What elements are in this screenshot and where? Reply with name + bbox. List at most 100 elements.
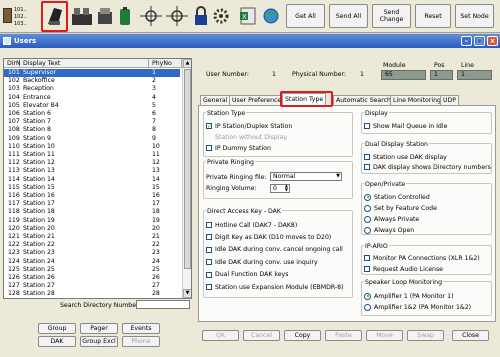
maximize-icon[interactable]: □ <box>474 36 485 46</box>
list-item[interactable]: 107 Station 7 7 <box>4 118 180 126</box>
list-item[interactable]: 124 Station 24 24 <box>4 258 180 266</box>
list-item[interactable]: 125 Station 25 25 <box>4 266 180 274</box>
open-private-radio[interactable] <box>364 193 371 201</box>
copy-button[interactable]: Copy <box>284 330 321 341</box>
dak-button[interactable]: DAK <box>38 336 76 347</box>
tab-automatic-search[interactable]: Automatic Search <box>333 95 394 105</box>
list-item[interactable]: 108 Station 8 8 <box>4 126 180 134</box>
use-dak-display-checkbox[interactable] <box>364 154 370 160</box>
excel-export-icon[interactable]: X <box>239 6 257 26</box>
open-private-option[interactable]: Station Controlled <box>364 193 430 201</box>
list-item[interactable]: 115 Station 15 15 <box>4 184 180 192</box>
dak-option-checkbox[interactable] <box>206 271 212 278</box>
group-excl-button[interactable]: Group Excl <box>80 336 118 347</box>
list-item[interactable]: 106 Station 6 6 <box>4 110 180 118</box>
dak-option[interactable]: Idle DAK during conv. use inquiry <box>206 258 318 266</box>
dak-option[interactable]: Dual Function DAK keys <box>206 271 288 279</box>
group-button[interactable]: Group <box>38 323 76 334</box>
list-item[interactable]: 127 Station 27 27 <box>4 282 180 290</box>
request-audio-option[interactable]: Request Audio License <box>364 265 443 273</box>
column-header-dirno[interactable]: DirNo <box>4 59 24 68</box>
monitor-pa-option[interactable]: Monitor PA Connections (XLR 1&2) <box>364 254 480 262</box>
set-node-button[interactable]: Set Node <box>455 4 494 28</box>
reset-button[interactable]: Reset <box>415 4 451 28</box>
move-button[interactable]: Move <box>366 330 403 341</box>
request-audio-checkbox[interactable] <box>364 266 370 272</box>
list-item[interactable]: 103 Reception 3 <box>4 85 180 93</box>
swap-button[interactable]: Swap <box>407 330 444 341</box>
dak-option[interactable]: Idle DAK during conv. cancel ongoing cal… <box>206 246 343 254</box>
events-button[interactable]: Events <box>122 323 160 334</box>
ip-dummy-checkbox[interactable] <box>206 145 212 151</box>
ringing-volume-stepper[interactable]: 0 ▲ ▼ <box>270 184 290 193</box>
amplifier-1-2-option[interactable]: Amplifier 1&2 (PA Monitor 1&2) <box>364 303 471 311</box>
list-item[interactable]: 116 Station 16 16 <box>4 192 180 200</box>
ip-duplex-option[interactable]: ✓ IP Station/Duplex Station <box>206 122 292 130</box>
amplifier-1-radio[interactable] <box>364 292 371 300</box>
scroll-up-icon[interactable]: ▲ <box>183 59 191 68</box>
list-item[interactable]: 123 Station 23 23 <box>4 249 180 257</box>
close-button[interactable]: Close <box>452 330 489 341</box>
cancel-button[interactable]: Cancel <box>243 330 280 341</box>
network-icon[interactable] <box>96 6 114 26</box>
list-item[interactable]: 117 Station 17 17 <box>4 200 180 208</box>
show-mail-checkbox[interactable] <box>364 123 370 129</box>
ok-button[interactable]: OK <box>202 330 239 341</box>
close-icon[interactable]: × <box>487 36 498 46</box>
open-private-option[interactable]: Always Open <box>364 226 414 234</box>
scroll-thumb[interactable] <box>184 69 191 269</box>
directory-list-icon[interactable]: 101.. 102.. 103.. <box>3 5 27 27</box>
column-header-display-text[interactable]: Display Text <box>20 59 149 68</box>
settings-icon[interactable] <box>212 6 230 26</box>
list-item[interactable]: 101 Supervisor 1 <box>4 69 180 77</box>
tab-general[interactable]: General <box>200 95 231 105</box>
dak-option[interactable]: Station use Expansion Module (EBMDR-8) <box>206 283 343 291</box>
use-dak-display-option[interactable]: Station use DAK display <box>364 153 447 161</box>
list-item[interactable]: 113 Station 13 13 <box>4 167 180 175</box>
dak-option[interactable]: Hotline Call (DAK7 - DAK8) <box>206 221 297 229</box>
column-header-phyno[interactable]: PhyNo [+ <box>149 59 182 76</box>
list-item[interactable]: 120 Station 20 20 <box>4 225 180 233</box>
ip-dummy-option[interactable]: IP Dummy Station <box>206 144 271 152</box>
list-item[interactable]: 109 Station 9 9 <box>4 135 180 143</box>
tab-line-monitoring[interactable]: Line Monitoring <box>390 95 444 105</box>
open-private-radio[interactable] <box>364 204 371 212</box>
show-mail-option[interactable]: Show Mail Queue in Idle <box>364 122 447 130</box>
dak-option-checkbox[interactable] <box>206 234 212 241</box>
dak-option-checkbox[interactable] <box>206 259 212 266</box>
phone-button[interactable]: Phone <box>122 336 160 347</box>
search-directory-input[interactable] <box>136 300 190 309</box>
open-private-radio[interactable] <box>364 215 371 223</box>
dak-option[interactable]: Digit Key as DAK (D10 moves to D20) <box>206 233 331 241</box>
list-item[interactable]: 111 Station 11 11 <box>4 151 180 159</box>
dak-option-checkbox[interactable] <box>206 222 212 228</box>
dak-directory-option[interactable]: DAK display shows Directory numbers <box>364 163 491 171</box>
paste-button[interactable]: Paste <box>325 330 362 341</box>
open-private-option[interactable]: Always Private <box>364 215 419 223</box>
list-item[interactable]: 128 Station 28 28 <box>4 290 180 298</box>
list-item[interactable]: 118 Station 18 18 <box>4 208 180 216</box>
open-private-option[interactable]: Set by Feature Code <box>364 204 437 212</box>
get-all-button[interactable]: Get All <box>286 4 325 28</box>
list-scrollbar[interactable]: ▲ ▼ <box>182 59 191 298</box>
list-item[interactable]: 121 Station 21 21 <box>4 233 180 241</box>
dak-directory-checkbox[interactable] <box>364 164 370 170</box>
dak-option-checkbox[interactable] <box>206 246 212 253</box>
tab-user-preferences[interactable]: User Preferences <box>229 95 281 105</box>
list-item[interactable]: 110 Station 10 10 <box>4 143 180 151</box>
pager-button[interactable]: Pager <box>80 323 118 334</box>
lock-icon[interactable] <box>194 6 208 26</box>
expansion-nodes-icon[interactable] <box>166 6 188 26</box>
ip-duplex-checkbox[interactable]: ✓ <box>206 123 212 130</box>
list-item[interactable]: 102 Backoffice 2 <box>4 77 180 85</box>
stepper-arrows-icon[interactable]: ▲ ▼ <box>285 184 288 192</box>
list-item[interactable]: 119 Station 19 19 <box>4 217 180 225</box>
monitor-pa-checkbox[interactable] <box>364 255 370 261</box>
list-item[interactable]: 105 Elevator B4 5 <box>4 102 180 110</box>
open-private-radio[interactable] <box>364 226 371 234</box>
group-icon[interactable] <box>71 6 93 26</box>
send-all-button[interactable]: Send All <box>329 4 368 28</box>
tab-udp[interactable]: UDP <box>440 95 460 105</box>
amplifier-1-2-radio[interactable] <box>364 303 371 311</box>
minimize-icon[interactable]: – <box>461 36 472 46</box>
